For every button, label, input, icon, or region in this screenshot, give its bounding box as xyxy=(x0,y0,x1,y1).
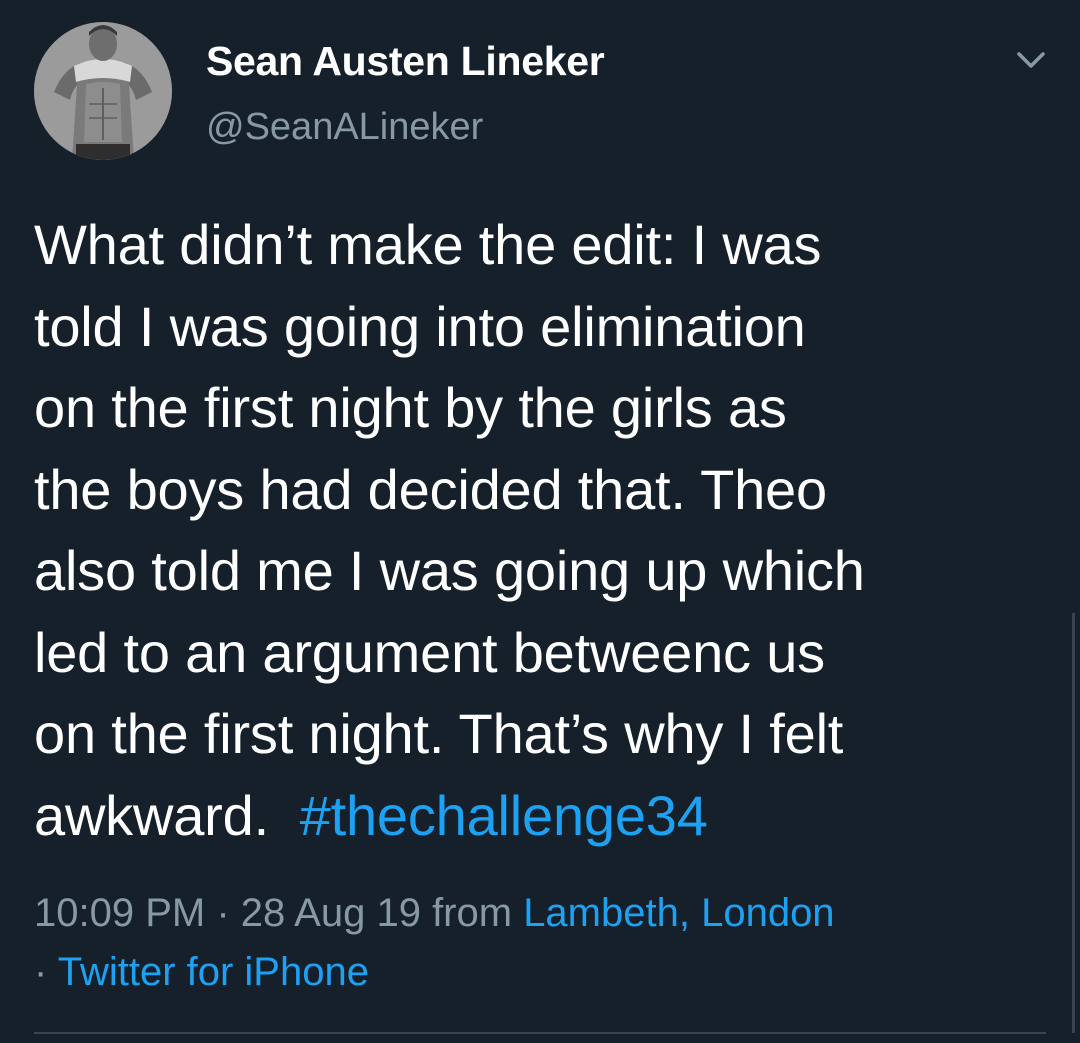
meta-separator-2: · xyxy=(34,950,58,994)
chevron-down-icon[interactable] xyxy=(1014,46,1048,74)
tweet-text-last-line: awkward. #thechallenge34 xyxy=(34,775,1044,857)
tweet-text: What didn’t make the edit: I was told I … xyxy=(34,204,1044,856)
tweet-text-line: on the first night. That’s why I felt xyxy=(34,702,844,765)
location-link[interactable]: Lambeth, London xyxy=(523,891,834,935)
tweet-text-line: the boys had decided that. Theo xyxy=(34,457,827,521)
from-label: from xyxy=(420,891,524,935)
tweet-card: Sean Austen Lineker @SeanALineker What d… xyxy=(0,0,1080,1043)
source-link[interactable]: Twitter for iPhone xyxy=(58,950,369,994)
user-handle[interactable]: @SeanALineker xyxy=(206,106,483,149)
tweet-text-fragment: awkward. xyxy=(34,783,300,847)
tweet-date[interactable]: 28 Aug 19 xyxy=(241,891,421,935)
tweet-meta-line-1: 10:09 PM · 28 Aug 19 from Lambeth, Londo… xyxy=(34,884,1044,943)
tweet-text-line: on the first night by the girls as xyxy=(34,376,787,439)
tweet-text-line: What didn’t make the edit: I was xyxy=(34,213,822,276)
divider xyxy=(34,1032,1046,1034)
tweet-time[interactable]: 10:09 PM xyxy=(34,891,205,935)
avatar[interactable] xyxy=(34,22,172,160)
meta-separator: · xyxy=(205,891,241,935)
tweet-text-line: told I was going into elimination xyxy=(34,294,806,358)
scrollbar[interactable] xyxy=(1072,613,1075,1033)
tweet-meta-line-2: · Twitter for iPhone xyxy=(34,943,1044,1002)
tweet-meta: 10:09 PM · 28 Aug 19 from Lambeth, Londo… xyxy=(34,884,1044,1002)
avatar-photo-icon xyxy=(34,22,172,160)
tweet-text-line: also told me I was going up which xyxy=(34,539,865,602)
hashtag-link[interactable]: #thechallenge34 xyxy=(300,784,708,847)
tweet-text-line: led to an argument betweenc us xyxy=(34,620,825,684)
display-name[interactable]: Sean Austen Lineker xyxy=(206,38,605,85)
